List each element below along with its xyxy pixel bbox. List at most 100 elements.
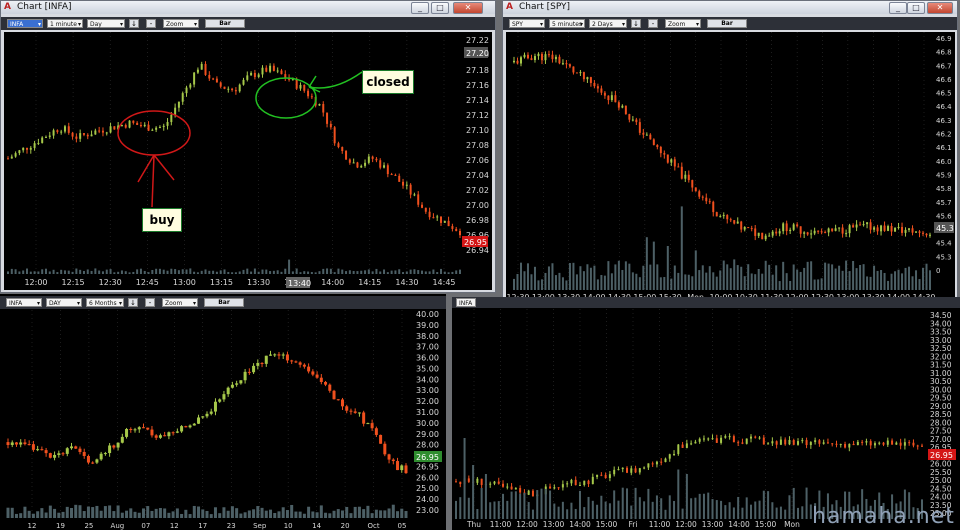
spy-candle-volume-bar	[656, 264, 659, 290]
infa-candle-bar	[132, 120, 135, 123]
daily-candle-bar	[40, 449, 44, 451]
daily-price-tick-label: 35.00	[416, 364, 439, 373]
two-candle-bar	[690, 443, 693, 445]
minimize-icon[interactable]: _	[889, 2, 907, 14]
chart-style-button[interactable]: Bar	[205, 19, 245, 28]
spy-candle-bar	[796, 224, 799, 227]
two-candle-bar	[531, 490, 534, 497]
infa-intraday-chart[interactable]: 27.22 27.20 27.18 27.16 27.14 27.12 27.10 27.08…	[4, 32, 492, 290]
symbol-input[interactable]: INFA ▾	[6, 298, 42, 307]
infa-candle-volume-bar	[158, 268, 161, 274]
two-time-tick-label: Fri	[629, 520, 638, 529]
zoom-out-button[interactable]: -	[648, 19, 658, 28]
daily-candle-volume-bar	[345, 506, 349, 518]
daily-candle-bar	[260, 362, 264, 364]
infa-candle-bar	[79, 133, 82, 139]
daily-candle-bar	[218, 399, 222, 402]
close-icon[interactable]: ✕	[453, 2, 483, 14]
daily-candle-bar	[36, 449, 40, 451]
zoom-select[interactable]: Zoom ▾	[162, 298, 198, 307]
symbol-input[interactable]: INFA	[456, 298, 476, 307]
spy-candle-bar	[513, 60, 515, 63]
infa-candle-bar	[253, 72, 256, 77]
chart-style-button[interactable]: Bar	[707, 19, 747, 28]
daily-candle-volume-bar	[171, 511, 175, 518]
spy-candle-bar	[530, 58, 533, 60]
daily-candle-bar	[307, 366, 311, 372]
two-candle-bar	[561, 484, 564, 488]
infa-daily-chart[interactable]: 40.00 39.00 38.00 37.00 36.00 35.00 34.00 33.00…	[2, 310, 444, 530]
spy-candle-volume-bar	[596, 279, 599, 290]
zoom-out-button[interactable]: -	[145, 298, 155, 307]
infa-candle-bar	[60, 131, 63, 133]
minimize-icon[interactable]: _	[411, 2, 429, 14]
infa-candle-bar	[90, 134, 93, 137]
interval-select[interactable]: 5 minutes ▾	[549, 19, 585, 28]
two-candle-volume-bar	[805, 487, 808, 519]
scroll-down-button[interactable]: ↓	[129, 19, 139, 28]
spy-candle-volume-bar	[740, 266, 743, 290]
close-icon[interactable]: ✕	[927, 2, 953, 14]
spy-price-tick-label: 45.8	[936, 185, 952, 193]
spy-candle-bar	[610, 95, 613, 101]
two-candle-bar	[741, 442, 744, 444]
infa-candle-bar	[44, 136, 47, 138]
infa-window-titlebar[interactable]: A Chart [INFA] _ □ ✕	[1, 1, 495, 14]
daily-price-tick-label: 32.00	[416, 397, 439, 406]
infa-candle-bar	[155, 127, 158, 130]
daily-candle-volume-bar	[353, 506, 357, 518]
spy-candle-volume-bar	[649, 264, 652, 290]
daily-candle-volume-bar	[298, 511, 302, 518]
infa-candle-bar	[166, 122, 169, 126]
two-candle-volume-bar	[604, 501, 607, 519]
two-time-tick-label: 15:00	[596, 520, 618, 529]
spy-candle-bar	[785, 223, 788, 232]
zoom-select[interactable]: Zoom ▾	[163, 19, 199, 28]
two-candle-volume-bar	[638, 497, 641, 519]
infa-candle-volume-bar	[151, 269, 154, 274]
spy-candle-bar	[680, 166, 683, 179]
maximize-icon[interactable]: □	[431, 2, 449, 14]
zoom-out-button[interactable]: -	[146, 19, 156, 28]
spy-candle-volume-bar	[526, 263, 529, 290]
closed-circle-annotation	[255, 77, 317, 119]
two-candle-bar	[899, 442, 902, 446]
infa-two-day-chart[interactable]: 34.50 34.00 33.50 33.00 32.50 32.00 31.50 31.00…	[452, 309, 960, 530]
spy-candle-volume-bar	[694, 250, 697, 290]
daily-candle-volume-bar	[226, 510, 230, 518]
range-select[interactable]: 2 Days ▾	[589, 19, 627, 28]
infa-candle-volume-bar	[120, 270, 123, 274]
infa-candle-volume-bar	[322, 268, 325, 274]
chart-style-button[interactable]: Bar	[204, 298, 244, 307]
spy-chart[interactable]: 46.9 46.8 46.7 46.6 46.5 46.4 46.3 46.2 46.1 46.0…	[506, 32, 955, 304]
scroll-down-button[interactable]: ↓	[631, 19, 641, 28]
two-candle-bar	[848, 443, 851, 448]
two-candle-bar	[647, 463, 650, 468]
period-select[interactable]: 6 Months ▾	[86, 298, 124, 307]
daily-time-tick-label: 20	[341, 522, 350, 530]
two-candle-volume-bar	[673, 500, 676, 519]
spy-candle-volume-bar	[631, 272, 634, 290]
daily-candle-bar	[264, 355, 268, 364]
daily-price-tick-label: 28.00	[416, 441, 439, 450]
maximize-icon[interactable]: □	[907, 2, 925, 14]
range-select[interactable]: Day ▾	[87, 19, 125, 28]
interval-select[interactable]: DAY ▾	[46, 298, 82, 307]
two-candle-bar	[604, 474, 607, 479]
daily-candle-volume-bar	[383, 510, 387, 518]
spy-window-titlebar[interactable]: A Chart [SPY] _ □ ✕	[503, 1, 957, 14]
symbol-input[interactable]: SPY ▾	[509, 19, 545, 28]
two-candle-volume-bar	[608, 503, 611, 519]
daily-candle-bar	[269, 354, 273, 356]
infa-candle-bar	[379, 160, 382, 168]
daily-candle-volume-bar	[294, 511, 298, 518]
zoom-select[interactable]: Zoom ▾	[665, 19, 701, 28]
interval-select[interactable]: 1 minute ▾	[47, 19, 83, 28]
scroll-down-button[interactable]: ↓	[128, 298, 138, 307]
symbol-input[interactable]: INFA ▾	[7, 19, 43, 28]
infa-candle-volume-bar	[402, 272, 405, 274]
two-candle-bar	[826, 442, 829, 444]
infa-price-tick-label: 27.18	[466, 66, 489, 75]
infa-candle-bar	[143, 124, 146, 127]
infa-price-tick-label: 27.14	[466, 96, 489, 105]
